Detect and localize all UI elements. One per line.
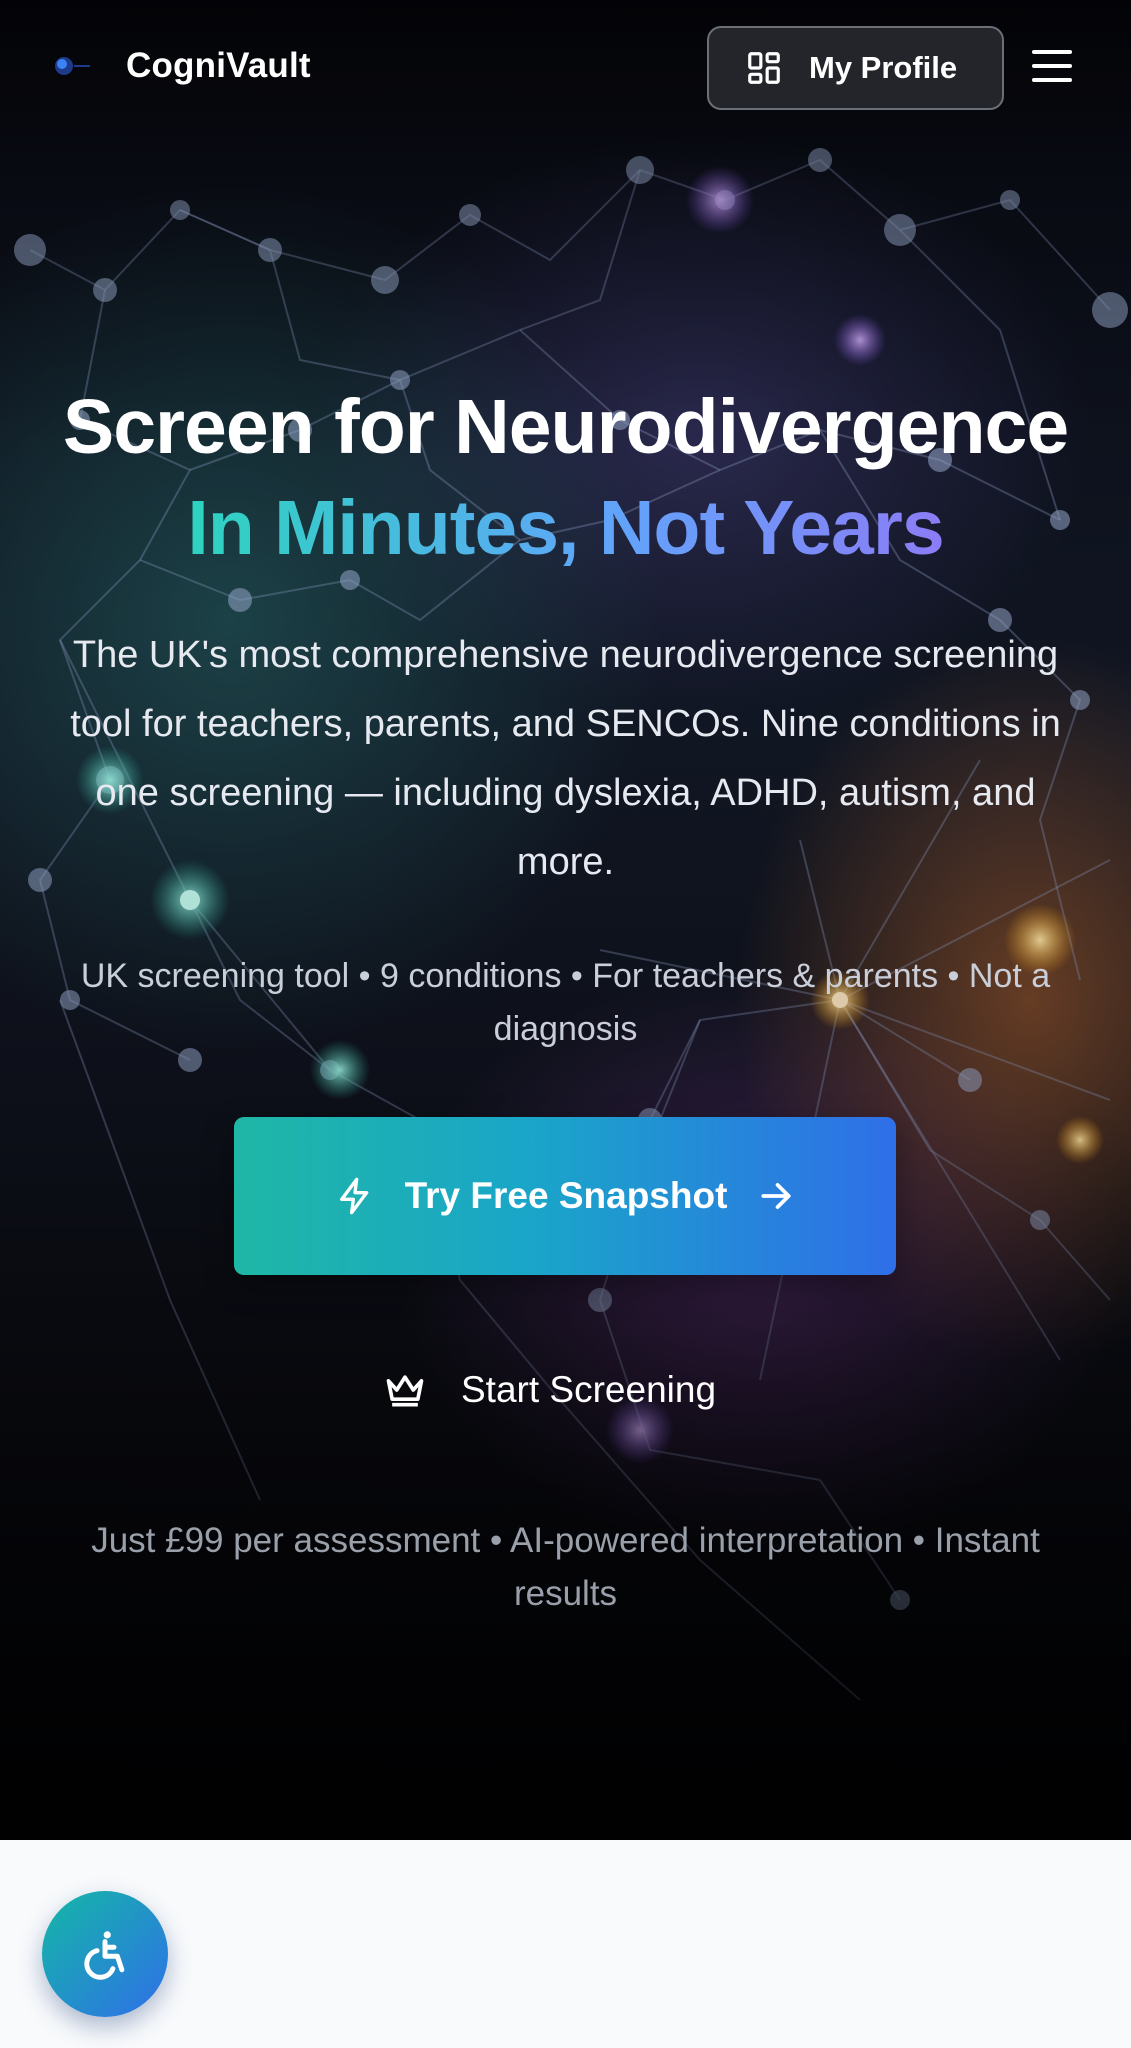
menu-line bbox=[1032, 50, 1072, 54]
pricing-info: Just £99 per assessment • AI-powered int… bbox=[91, 1521, 1040, 1613]
accessibility-icon bbox=[84, 1931, 125, 1980]
brain-logo[interactable] bbox=[48, 52, 94, 80]
hamburger-menu-icon[interactable] bbox=[1028, 44, 1076, 88]
accessibility-button[interactable] bbox=[42, 1891, 168, 2017]
crown-icon bbox=[386, 1375, 424, 1407]
start-screening-label: Start Screening bbox=[461, 1369, 717, 1410]
menu-line bbox=[1032, 64, 1072, 68]
dashboard-grid-icon bbox=[748, 52, 780, 84]
hero-tagline: UK screening tool • 9 conditions • For t… bbox=[80, 957, 1051, 1048]
arrow-right-icon bbox=[761, 1183, 791, 1209]
hero-description: The UK's most comprehensive neurodiverge… bbox=[70, 634, 1061, 883]
brand-name[interactable]: CogniVault bbox=[126, 46, 311, 86]
hero-subheadline-text: In Minutes, Not Years bbox=[187, 485, 944, 571]
try-free-snapshot-button[interactable]: Try Free Snapshot bbox=[234, 1117, 896, 1275]
hero-subheadline: In Minutes, Not Years bbox=[0, 484, 1131, 573]
start-screening-button[interactable]: Start Screening bbox=[383, 1360, 716, 1420]
lightning-icon bbox=[339, 1177, 368, 1215]
hero-headline: Screen for Neurodivergence bbox=[62, 384, 1069, 470]
try-free-snapshot-label: Try Free Snapshot bbox=[404, 1175, 728, 1216]
my-profile-button[interactable]: My Profile bbox=[707, 26, 1004, 110]
menu-line bbox=[1032, 78, 1072, 82]
my-profile-label: My Profile bbox=[809, 50, 958, 85]
